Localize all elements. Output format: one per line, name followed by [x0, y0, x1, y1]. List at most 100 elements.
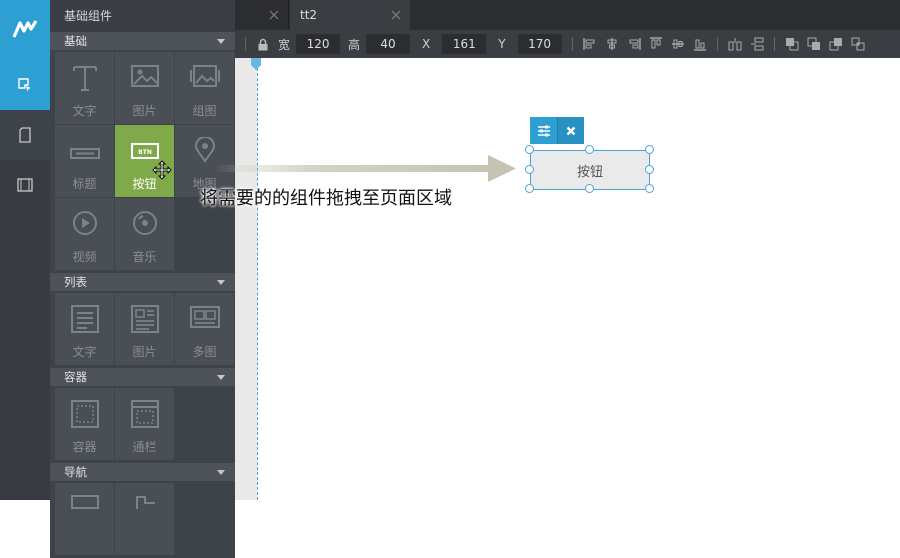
resize-handle-s[interactable] — [585, 184, 594, 193]
left-rail — [0, 0, 50, 500]
caret-down-icon — [217, 375, 225, 380]
component-music[interactable]: 音乐 — [115, 198, 174, 270]
text-list-icon — [70, 305, 99, 333]
resize-handle-se[interactable] — [645, 184, 654, 193]
close-icon[interactable] — [268, 9, 280, 21]
container-icon — [70, 400, 99, 428]
resize-handle-sw[interactable] — [525, 184, 534, 193]
lock-icon[interactable] — [254, 35, 272, 53]
distribute-v-icon[interactable] — [748, 35, 766, 53]
align-bottom-icon[interactable] — [691, 35, 709, 53]
align-center-h-icon[interactable] — [603, 35, 621, 53]
move-cursor-icon — [152, 160, 172, 180]
property-toolbar: 宽 高 X Y — [235, 30, 900, 58]
component-nav-menu[interactable] — [115, 483, 174, 555]
empty-slot — [175, 483, 234, 555]
align-top-icon[interactable] — [647, 35, 665, 53]
drag-arrow — [213, 155, 516, 182]
image-list-icon — [130, 305, 159, 333]
component-video[interactable]: 视频 — [55, 198, 114, 270]
component-container[interactable]: 容器 — [55, 388, 114, 460]
element-action-bar — [530, 117, 584, 144]
heading-icon — [69, 148, 100, 159]
component-grid-container: 容器 通栏 — [50, 386, 235, 463]
component-heading[interactable]: 标题 — [55, 125, 114, 197]
settings-button[interactable] — [530, 117, 557, 144]
distribute-h-icon[interactable] — [726, 35, 744, 53]
canvas-gutter — [235, 58, 257, 500]
resize-handle-e[interactable] — [645, 165, 654, 174]
nav-bar-icon — [70, 495, 99, 509]
banner-icon — [130, 400, 159, 428]
resize-handle-nw[interactable] — [525, 145, 534, 154]
height-label: 高 — [348, 37, 361, 52]
text-icon — [72, 66, 97, 91]
component-gallery[interactable]: 组图 — [175, 52, 234, 124]
send-to-back-icon[interactable] — [849, 35, 867, 53]
resize-handle-w[interactable] — [525, 165, 534, 174]
gallery-icon — [189, 65, 220, 87]
components-icon — [18, 78, 31, 92]
component-multi-image[interactable]: 多图 — [175, 293, 234, 365]
bring-forward-icon[interactable] — [805, 35, 823, 53]
x-input[interactable] — [442, 34, 487, 54]
component-grid-list: 文字 图片 多图 — [50, 291, 235, 368]
width-label: 宽 — [278, 37, 291, 52]
align-middle-v-icon[interactable] — [669, 35, 687, 53]
section-header-basic[interactable]: 基础 — [50, 32, 235, 50]
send-backward-icon[interactable] — [827, 35, 845, 53]
align-right-icon[interactable] — [625, 35, 643, 53]
section-header-container[interactable]: 容器 — [50, 368, 235, 386]
button-icon: BTN — [130, 143, 159, 159]
canvas-button-label: 按钮 — [576, 164, 603, 180]
x-label: X — [422, 37, 431, 51]
svg-text:BTN: BTN — [138, 149, 152, 156]
canvas-edge-guide — [257, 58, 258, 500]
caret-down-icon — [217, 470, 225, 475]
y-input[interactable] — [517, 34, 562, 54]
multi-image-icon — [189, 306, 220, 328]
section-label: 列表 — [64, 275, 87, 289]
close-icon[interactable] — [390, 9, 402, 21]
resize-handle-ne[interactable] — [645, 145, 654, 154]
divider — [716, 37, 718, 51]
app-logo — [0, 0, 50, 60]
component-text[interactable]: 文字 — [55, 52, 114, 124]
component-grid-navigation — [50, 481, 235, 558]
empty-slot — [175, 388, 234, 460]
nav-menu-icon — [135, 496, 155, 509]
component-image[interactable]: 图片 — [115, 52, 174, 124]
component-text-list[interactable]: 文字 — [55, 293, 114, 365]
tab-tt2[interactable]: tt2 — [290, 0, 410, 30]
rail-components-button[interactable] — [0, 60, 50, 110]
film-icon — [17, 178, 33, 192]
page-icon — [19, 127, 31, 143]
rail-media-button[interactable] — [0, 160, 50, 210]
divider — [773, 37, 775, 51]
bring-to-front-icon[interactable] — [783, 35, 801, 53]
tab-untitled[interactable] — [235, 0, 289, 30]
component-nav-bar[interactable] — [55, 483, 114, 555]
section-label: 容器 — [64, 370, 87, 384]
divider — [571, 37, 573, 51]
resize-handle-n[interactable] — [585, 145, 594, 154]
component-banner[interactable]: 通栏 — [115, 388, 174, 460]
height-input[interactable] — [366, 34, 411, 54]
document-tabs: tt2 — [235, 0, 900, 30]
section-header-navigation[interactable]: 导航 — [50, 463, 235, 481]
logo-icon — [12, 20, 38, 38]
music-disc-icon — [132, 211, 157, 235]
align-left-icon[interactable] — [581, 35, 599, 53]
instruction-annotation: 将需要的的组件拖拽至页面区域 — [200, 188, 452, 209]
panel-title: 基础组件 — [50, 0, 235, 32]
y-label: Y — [498, 37, 506, 51]
delete-button[interactable] — [557, 117, 584, 144]
rail-pages-button[interactable] — [0, 110, 50, 160]
caret-down-icon — [217, 280, 225, 285]
section-header-list[interactable]: 列表 — [50, 273, 235, 291]
video-icon — [72, 211, 97, 235]
component-image-list[interactable]: 图片 — [115, 293, 174, 365]
image-icon — [130, 65, 159, 87]
width-input[interactable] — [296, 34, 341, 54]
tab-label: tt2 — [300, 8, 318, 22]
